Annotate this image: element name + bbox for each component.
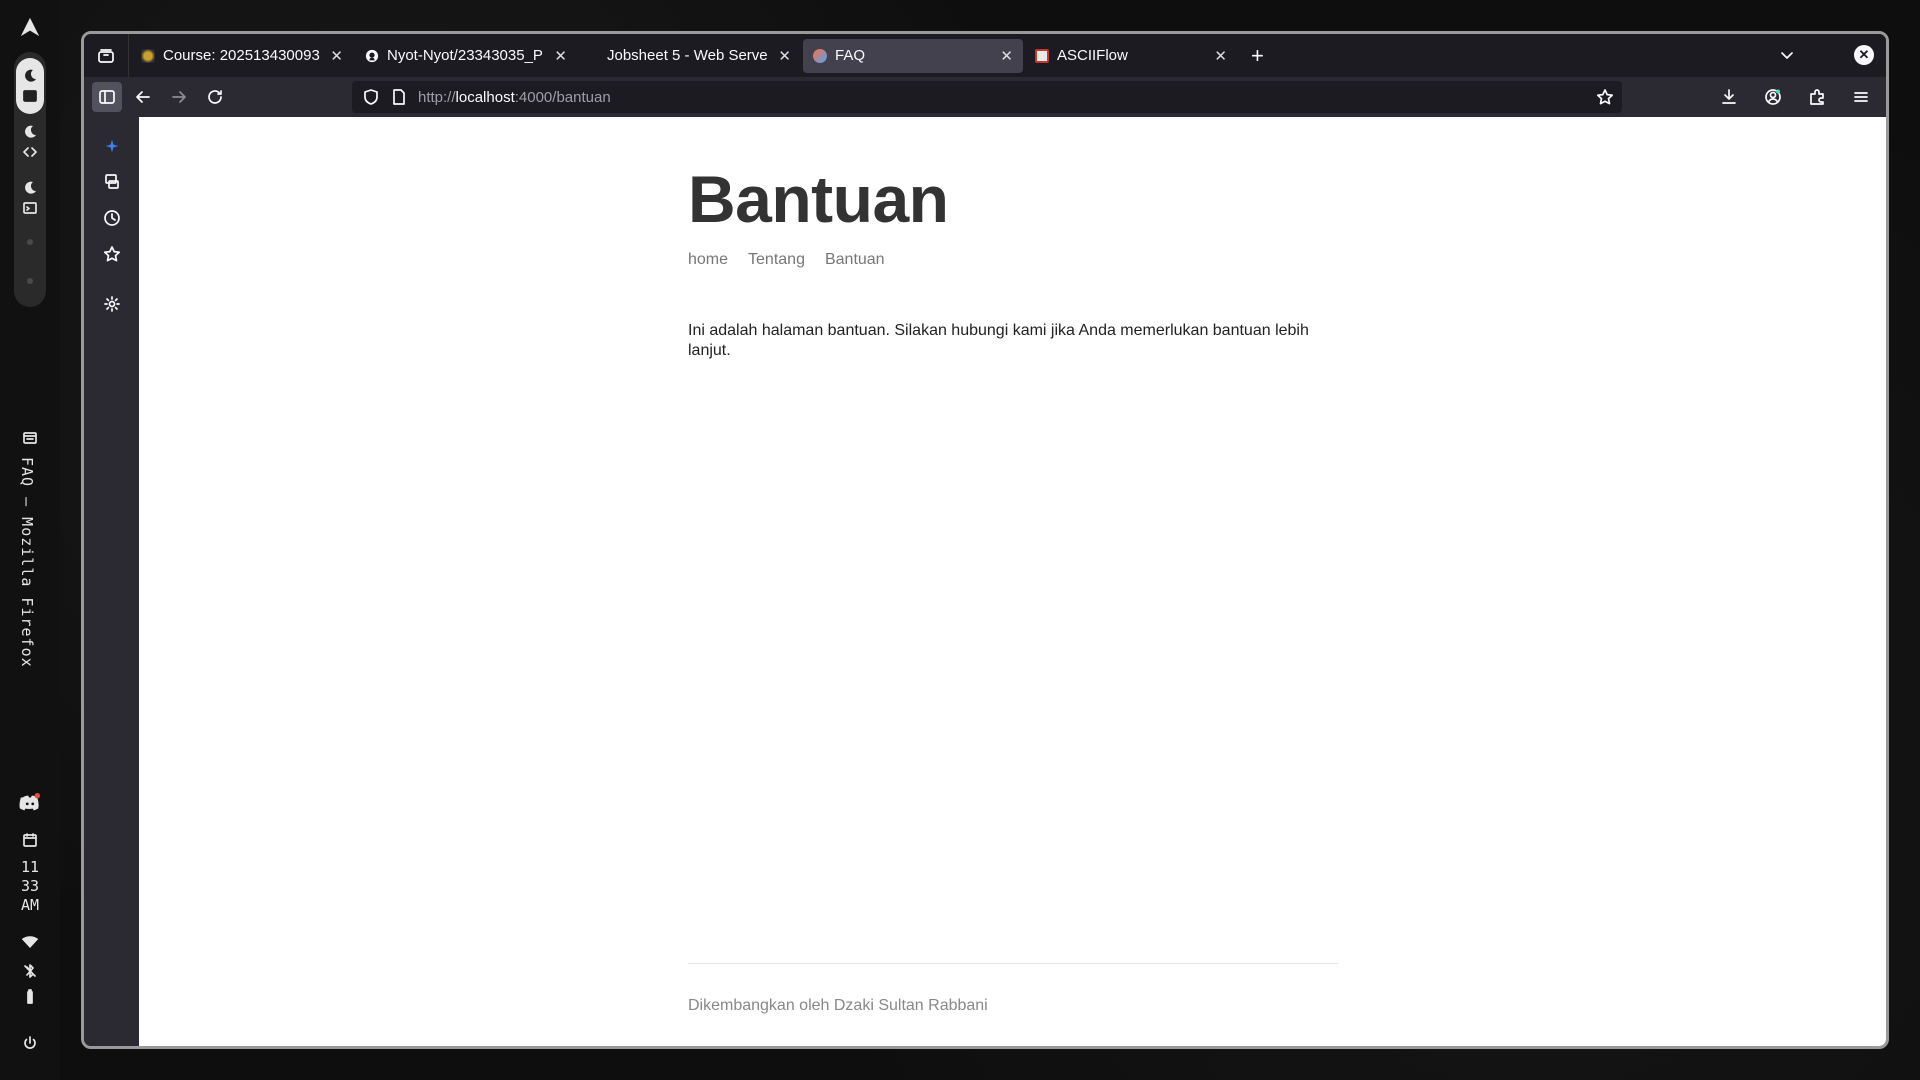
bluetooth-off-icon[interactable] xyxy=(22,963,38,979)
menu-button[interactable] xyxy=(1846,82,1876,112)
tab-close-icon[interactable]: ✕ xyxy=(330,47,343,65)
puzzle-icon xyxy=(1810,89,1824,105)
download-icon xyxy=(1722,89,1736,104)
workspace-3[interactable] xyxy=(16,170,44,226)
synced-tabs-icon xyxy=(104,174,119,189)
content-area: Bantuan home Tentang Bantuan Ini adalah … xyxy=(84,117,1886,1046)
page-title: Bantuan xyxy=(688,162,949,236)
tab-github[interactable]: Nyot-Nyot/23343035_P ✕ xyxy=(355,39,577,73)
star-icon xyxy=(103,246,120,262)
firefox-favicon-icon xyxy=(813,48,827,63)
reload-button[interactable] xyxy=(200,82,230,112)
nav-link-home[interactable]: home xyxy=(688,251,728,269)
tab-close-icon[interactable]: ✕ xyxy=(1000,47,1013,65)
tab-label: Jobsheet 5 - Web Serve xyxy=(607,47,768,64)
clock[interactable]: 11 33 AM xyxy=(21,858,39,915)
synced-tabs-button[interactable] xyxy=(97,167,127,197)
clock-hour: 11 xyxy=(20,858,40,876)
page-icon[interactable] xyxy=(390,88,408,106)
web-page: Bantuan home Tentang Bantuan Ini adalah … xyxy=(139,117,1886,1046)
chevron-down-icon[interactable] xyxy=(1778,46,1796,64)
workspace-1[interactable] xyxy=(16,58,44,114)
tab-overview-icon xyxy=(98,48,114,63)
arrow-left-icon xyxy=(136,91,150,103)
battery-icon[interactable] xyxy=(22,989,38,1005)
window-close-button[interactable]: ✕ xyxy=(1854,45,1874,65)
url-path: :4000/bantuan xyxy=(514,88,611,106)
tab-close-icon[interactable]: ✕ xyxy=(1214,47,1227,65)
tab-course[interactable]: Course: 202513430093 ✕ xyxy=(131,39,353,73)
nav-link-tentang[interactable]: Tentang xyxy=(748,251,805,269)
workspace-2[interactable] xyxy=(16,114,44,170)
url-text[interactable]: http://localhost:4000/bantuan xyxy=(418,89,611,106)
sparkle-icon xyxy=(105,139,118,153)
reload-icon xyxy=(208,90,222,104)
calendar-icon[interactable] xyxy=(22,832,38,848)
shield-icon[interactable] xyxy=(362,88,380,106)
power-icon[interactable] xyxy=(22,1035,38,1051)
tab-label: Course: 202513430093 xyxy=(163,47,320,64)
gear-icon xyxy=(103,296,120,312)
extensions-button[interactable] xyxy=(1802,82,1832,112)
active-window-title: FAQ – Mozilla Firefox xyxy=(18,457,36,668)
arrow-right-icon xyxy=(172,91,186,103)
tab-jobsheet[interactable]: Jobsheet 5 - Web Serve ✕ xyxy=(579,39,801,73)
forward-button[interactable] xyxy=(164,82,194,112)
wifi-icon[interactable] xyxy=(21,933,39,951)
tab-label: ASCIIFlow xyxy=(1057,47,1128,64)
clock-minute: 33 xyxy=(20,877,40,895)
moon-icon xyxy=(25,181,36,194)
downloads-button[interactable] xyxy=(1714,82,1744,112)
tab-faq[interactable]: FAQ ✕ xyxy=(803,38,1023,73)
bookmark-star-icon[interactable] xyxy=(1596,88,1614,106)
code-icon xyxy=(23,147,37,157)
url-scheme: http:// xyxy=(418,88,456,106)
workspace-switcher xyxy=(14,52,46,307)
browser-window-icon xyxy=(23,90,37,102)
navigation-toolbar: http://localhost:4000/bantuan xyxy=(84,77,1886,117)
sidebar-toggle-button[interactable] xyxy=(92,82,122,112)
clock-icon xyxy=(103,210,120,226)
page-footer: Dikembangkan oleh Dzaki Sultan Rabbani xyxy=(688,963,1338,1015)
system-tray: 11 33 AM xyxy=(0,792,60,1051)
history-button[interactable] xyxy=(97,203,127,233)
tab-asciiflow[interactable]: ASCIIFlow ✕ xyxy=(1025,39,1237,73)
terminal-icon xyxy=(23,202,37,214)
page-container: Bantuan home Tentang Bantuan Ini adalah … xyxy=(688,117,1338,1046)
toolbar-right xyxy=(1708,82,1876,112)
url-host: localhost xyxy=(455,88,515,106)
browser-window: Course: 202513430093 ✕ Nyot-Nyot/2334303… xyxy=(81,31,1889,1049)
customize-sidebar-button[interactable] xyxy=(97,289,127,319)
page-body-text: Ini adalah halaman bantuan. Silakan hubu… xyxy=(688,322,1309,359)
moon-icon xyxy=(25,69,36,82)
new-tab-button[interactable]: + xyxy=(1251,43,1264,69)
github-favicon-icon xyxy=(365,49,379,62)
bookmarks-button[interactable] xyxy=(97,239,127,269)
ai-chatbot-button[interactable] xyxy=(97,131,127,161)
moodle-favicon-icon xyxy=(141,48,155,63)
tab-overview-button[interactable] xyxy=(84,34,129,77)
arch-logo-icon[interactable] xyxy=(19,16,41,38)
hamburger-menu-icon xyxy=(1854,92,1868,102)
nav-link-bantuan[interactable]: Bantuan xyxy=(825,251,885,269)
tab-label: FAQ xyxy=(835,47,866,64)
sidebar-icon xyxy=(99,90,115,104)
back-button[interactable] xyxy=(128,82,158,112)
site-nav: home Tentang Bantuan xyxy=(688,251,1338,269)
tab-close-icon[interactable]: ✕ xyxy=(778,47,791,65)
window-icon xyxy=(23,432,37,444)
tab-bar: Course: 202513430093 ✕ Nyot-Nyot/2334303… xyxy=(84,34,1886,77)
discord-icon[interactable] xyxy=(19,792,41,814)
asciiflow-favicon-icon xyxy=(1035,48,1049,63)
clock-ampm: AM xyxy=(20,896,40,914)
account-button[interactable] xyxy=(1758,82,1788,112)
tab-close-icon[interactable]: ✕ xyxy=(554,47,567,65)
account-icon xyxy=(1765,89,1781,105)
browser-sidebar xyxy=(84,117,139,1046)
workspace-4[interactable] xyxy=(27,239,33,245)
tab-label: Nyot-Nyot/23343035_P xyxy=(387,47,543,64)
moon-icon xyxy=(25,125,36,138)
workspace-5[interactable] xyxy=(27,278,33,284)
url-bar[interactable]: http://localhost:4000/bantuan xyxy=(352,81,1622,113)
